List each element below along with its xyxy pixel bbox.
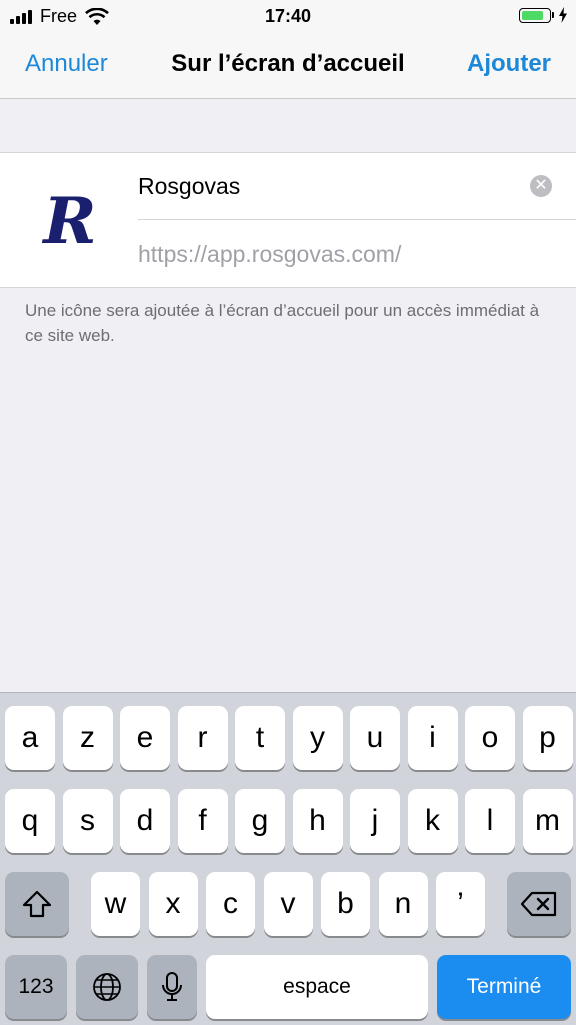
done-key[interactable]: Terminé (437, 955, 571, 1019)
key-i[interactable]: i (407, 706, 458, 770)
key-k[interactable]: k (407, 789, 458, 853)
status-bar: Free 17:40 (0, 0, 576, 34)
key-x[interactable]: x (148, 872, 198, 936)
key-n[interactable]: n (378, 872, 428, 936)
bookmark-url: https://app.rosgovas.com/ (138, 241, 402, 267)
key-w[interactable]: w (91, 872, 140, 936)
key-d[interactable]: d (120, 789, 170, 853)
backspace-icon (521, 891, 557, 917)
microphone-icon (162, 972, 182, 1001)
key-h[interactable]: h (292, 789, 343, 853)
key-s[interactable]: s (62, 789, 113, 853)
status-right (519, 7, 568, 23)
key-g[interactable]: g (235, 789, 285, 853)
key-l[interactable]: l (465, 789, 515, 853)
key-f[interactable]: f (177, 789, 228, 853)
key-b[interactable]: b (321, 872, 370, 936)
shift-arrow-icon (22, 890, 52, 918)
footnote-text: Une icône sera ajoutée à l’écran d’accue… (25, 301, 540, 345)
keyboard: azertyuiop qsdfghjklm w x c v b n’ 123 espace… (0, 692, 576, 1025)
clear-text-icon[interactable]: ✕ (530, 175, 552, 197)
shift-key[interactable] (5, 872, 69, 936)
battery-icon (519, 7, 551, 23)
key-t[interactable]: t (235, 706, 285, 770)
key-q[interactable]: q (5, 789, 55, 853)
key-y[interactable]: y (292, 706, 343, 770)
key-a[interactable]: a (5, 706, 55, 770)
key-p[interactable]: p (522, 706, 573, 770)
key-apostrophe[interactable]: ’ (436, 872, 485, 936)
space-key[interactable]: espace (206, 955, 428, 1019)
key-u[interactable]: u (350, 706, 400, 770)
add-button[interactable]: Ajouter (467, 50, 551, 78)
key-c[interactable]: c (206, 872, 255, 936)
dictation-key[interactable] (147, 955, 197, 1019)
key-m[interactable]: m (522, 789, 573, 853)
app-icon: R (26, 179, 112, 265)
field-divider (138, 219, 576, 220)
app-icon-letter: R (41, 184, 96, 259)
key-o[interactable]: o (465, 706, 515, 770)
navigation-bar: Annuler Sur l’écran d’accueil Ajouter (0, 34, 576, 99)
key-e[interactable]: e (120, 706, 170, 770)
key-z[interactable]: z (62, 706, 113, 770)
key-r[interactable]: r (177, 706, 228, 770)
numbers-key[interactable]: 123 (5, 955, 67, 1019)
status-time: 17:40 (264, 6, 312, 26)
battery-level (522, 10, 543, 20)
bookmark-card: R https://app.rosgovas.com/ (0, 152, 576, 288)
battery-nub (552, 12, 554, 18)
key-v[interactable]: v (263, 872, 313, 936)
globe-icon (93, 973, 121, 1001)
globe-key[interactable] (76, 955, 138, 1019)
delete-key[interactable] (507, 872, 571, 936)
bookmark-name-input[interactable] (138, 169, 548, 203)
key-j[interactable]: j (350, 789, 400, 853)
charging-bolt-icon (559, 7, 567, 23)
